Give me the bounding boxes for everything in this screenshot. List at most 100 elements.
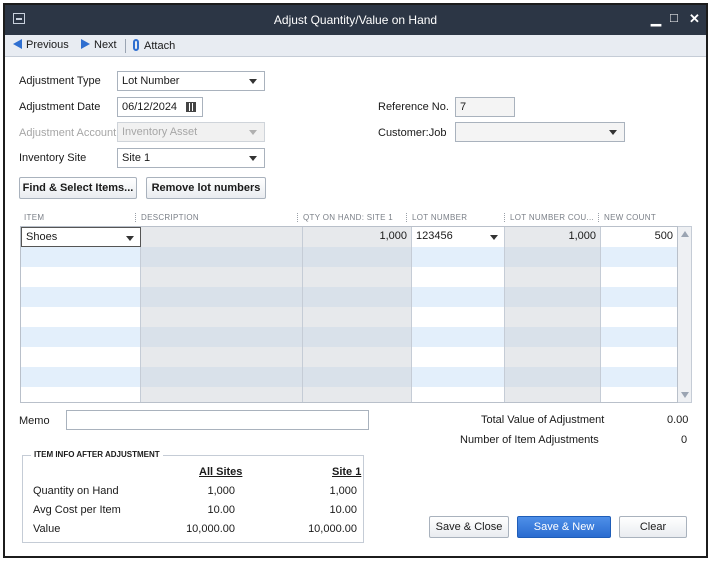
adjustment-type-label: Adjustment Type xyxy=(19,75,101,87)
column-header-lot-count[interactable]: LOT NUMBER COU... xyxy=(510,213,594,222)
adjustment-date-label: Adjustment Date xyxy=(19,101,101,113)
column-divider xyxy=(135,213,136,222)
grid-cell[interactable] xyxy=(141,327,303,347)
find-select-items-button[interactable]: Find & Select Items... xyxy=(19,177,137,199)
grid-cell[interactable] xyxy=(601,287,677,307)
grid-cell[interactable] xyxy=(505,347,601,367)
new-count-cell[interactable]: 500 xyxy=(601,227,677,247)
grid-cell[interactable] xyxy=(141,387,303,402)
grid-cell[interactable] xyxy=(21,347,141,367)
save-new-button[interactable]: Save & New xyxy=(517,516,611,538)
grid-cell[interactable] xyxy=(505,287,601,307)
grid-cell[interactable] xyxy=(412,347,505,367)
chevron-down-icon xyxy=(490,235,498,240)
save-close-button[interactable]: Save & Close xyxy=(429,516,509,538)
column-header-qty-on-hand[interactable]: QTY ON HAND: SITE 1 xyxy=(303,213,393,222)
close-icon[interactable]: ✕ xyxy=(689,12,700,26)
grid-cell[interactable] xyxy=(412,327,505,347)
table-row[interactable] xyxy=(21,267,677,287)
maximize-icon[interactable]: □ xyxy=(670,11,678,25)
grid-cell[interactable] xyxy=(141,347,303,367)
grid-cell[interactable] xyxy=(21,327,141,347)
previous-button[interactable]: Previous xyxy=(13,39,69,53)
inventory-site-select[interactable]: Site 1 xyxy=(117,148,265,168)
item-cell[interactable]: Shoes xyxy=(21,227,141,247)
grid-cell[interactable] xyxy=(21,367,141,387)
grid-cell[interactable] xyxy=(601,387,677,402)
reference-field[interactable]: 7 xyxy=(455,97,515,117)
grid-cell[interactable] xyxy=(303,307,412,327)
table-row[interactable] xyxy=(21,247,677,267)
grid-cell[interactable] xyxy=(505,387,601,402)
grid-cell[interactable] xyxy=(601,267,677,287)
scroll-down-icon[interactable] xyxy=(681,392,689,398)
grid-cell[interactable] xyxy=(141,247,303,267)
lot-number-cell[interactable]: 123456 xyxy=(412,227,505,247)
grid-cell[interactable] xyxy=(412,307,505,327)
grid-cell[interactable] xyxy=(601,327,677,347)
grid-cell[interactable] xyxy=(303,347,412,367)
grid-cell[interactable] xyxy=(601,347,677,367)
grid-cell[interactable] xyxy=(601,367,677,387)
grid-cell[interactable] xyxy=(21,307,141,327)
column-header-description[interactable]: DESCRIPTION xyxy=(141,213,199,222)
column-divider xyxy=(598,213,599,222)
grid-cell[interactable] xyxy=(505,327,601,347)
grid-cell[interactable] xyxy=(412,267,505,287)
column-header-new-count[interactable]: NEW COUNT xyxy=(604,213,656,222)
grid-cell[interactable] xyxy=(303,367,412,387)
adjustment-date-field[interactable]: 06/12/2024 xyxy=(117,97,203,117)
grid-cell[interactable] xyxy=(141,287,303,307)
next-button[interactable]: Next xyxy=(81,39,117,53)
memo-field[interactable] xyxy=(66,410,369,430)
grid-cell[interactable] xyxy=(141,267,303,287)
grid-cell[interactable] xyxy=(21,287,141,307)
grid-cell[interactable] xyxy=(303,387,412,402)
column-divider xyxy=(504,213,505,222)
window-title: Adjust Quantity/Value on Hand xyxy=(273,13,438,27)
grid-cell[interactable] xyxy=(21,267,141,287)
column-header-lot-number[interactable]: LOT NUMBER xyxy=(412,213,467,222)
grid-cell[interactable] xyxy=(412,387,505,402)
clear-button[interactable]: Clear xyxy=(619,516,687,538)
table-row[interactable]: Shoes 1,000 123456 1,000 500 xyxy=(21,227,677,247)
grid-cell[interactable] xyxy=(141,307,303,327)
calendar-icon[interactable] xyxy=(186,102,196,112)
grid-cell[interactable] xyxy=(21,247,141,267)
grid-cell[interactable] xyxy=(303,267,412,287)
table-row[interactable] xyxy=(21,307,677,327)
customer-job-select[interactable] xyxy=(455,122,625,142)
table-row[interactable] xyxy=(21,327,677,347)
grid-cell[interactable] xyxy=(412,247,505,267)
attach-button[interactable]: Attach xyxy=(133,39,175,53)
remove-lot-numbers-button[interactable]: Remove lot numbers xyxy=(146,177,266,199)
toolbar-divider xyxy=(125,39,126,53)
description-cell[interactable] xyxy=(141,227,303,247)
grid-cell[interactable] xyxy=(412,287,505,307)
grid-cell[interactable] xyxy=(505,267,601,287)
total-value: 0.00 xyxy=(667,414,689,426)
chevron-down-icon xyxy=(249,156,257,161)
grid-cell[interactable] xyxy=(505,367,601,387)
grid-cell[interactable] xyxy=(303,327,412,347)
grid-cell[interactable] xyxy=(505,307,601,327)
table-row[interactable] xyxy=(21,347,677,367)
grid-cell[interactable] xyxy=(141,367,303,387)
scroll-up-icon[interactable] xyxy=(681,231,689,237)
grid-cell[interactable] xyxy=(303,287,412,307)
grid-cell[interactable] xyxy=(505,247,601,267)
grid-body: Shoes 1,000 123456 1,000 500 xyxy=(20,226,678,403)
table-row[interactable] xyxy=(21,287,677,307)
chevron-down-icon xyxy=(249,130,257,135)
grid-cell[interactable] xyxy=(412,367,505,387)
grid-cell[interactable] xyxy=(303,247,412,267)
column-header-item[interactable]: ITEM xyxy=(24,213,44,222)
minimize-icon[interactable]: ▁ xyxy=(651,12,661,26)
grid-scrollbar[interactable] xyxy=(678,226,692,403)
grid-cell[interactable] xyxy=(601,307,677,327)
grid-cell[interactable] xyxy=(21,387,141,402)
grid-cell[interactable] xyxy=(601,247,677,267)
adjustment-type-select[interactable]: Lot Number xyxy=(117,71,265,91)
table-row[interactable] xyxy=(21,367,677,387)
table-row[interactable] xyxy=(21,387,677,402)
